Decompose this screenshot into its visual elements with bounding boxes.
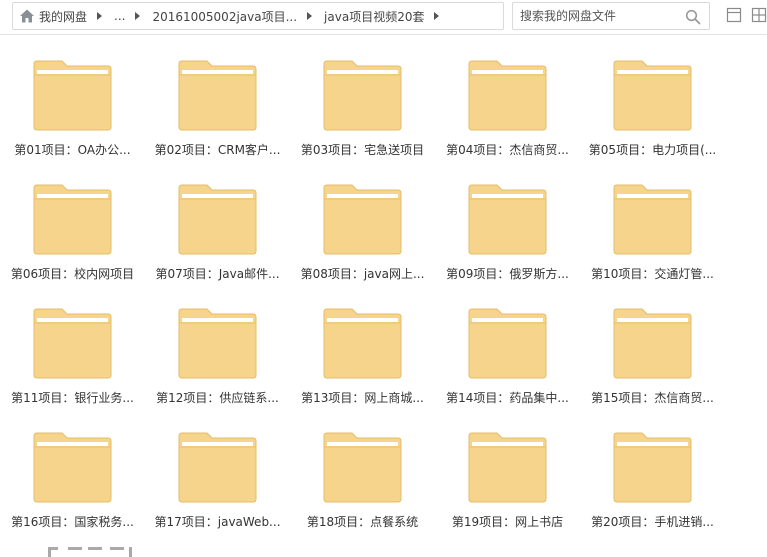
folder-label: 第08项目：java网上... bbox=[300, 267, 425, 281]
folder-label: 第19项目：网上书店 bbox=[451, 515, 564, 529]
folder-item[interactable]: 第06项目：校内网项目 bbox=[0, 158, 145, 281]
breadcrumb-home[interactable]: 我的网盘 bbox=[39, 8, 93, 25]
folder-item[interactable]: 第11项目：银行业务... bbox=[0, 282, 145, 405]
folder-item[interactable]: 第07项目：Java邮件... bbox=[145, 158, 290, 281]
folder-icon bbox=[468, 432, 547, 503]
folder-item[interactable]: 第05项目：电力项目(... bbox=[580, 34, 725, 157]
folder-item[interactable]: 第17项目：javaWeb... bbox=[145, 406, 290, 529]
breadcrumb-parent[interactable]: 20161005002java项目... bbox=[146, 8, 303, 25]
folder-label: 第09项目：俄罗斯方... bbox=[446, 267, 569, 281]
folder-icon bbox=[613, 184, 692, 255]
folder-icon bbox=[613, 432, 692, 503]
folder-icon bbox=[323, 184, 402, 255]
chevron-right-icon bbox=[97, 12, 103, 20]
folder-item[interactable]: 第16项目：国家税务... bbox=[0, 406, 145, 529]
folder-item[interactable]: 第12项目：供应链系... bbox=[145, 282, 290, 405]
partial-folder-icon bbox=[48, 547, 132, 557]
folder-icon bbox=[468, 308, 547, 379]
folder-label: 第20项目：手机进销... bbox=[591, 515, 714, 529]
folder-label: 第07项目：Java邮件... bbox=[155, 267, 280, 281]
folder-item[interactable]: 第01项目：OA办公... bbox=[0, 34, 145, 157]
folder-item[interactable]: 第14项目：药品集中... bbox=[435, 282, 580, 405]
folder-item[interactable]: 第09项目：俄罗斯方... bbox=[435, 158, 580, 281]
folder-item[interactable]: 第18项目：点餐系统 bbox=[290, 406, 435, 529]
breadcrumb-ellipsis[interactable]: ... bbox=[108, 9, 131, 23]
folder-label: 第11项目：银行业务... bbox=[11, 391, 134, 405]
folder-label: 第13项目：网上商城... bbox=[301, 391, 424, 405]
folder-label: 第02项目：CRM客户... bbox=[154, 143, 281, 157]
breadcrumb-current[interactable]: java项目视频20套 bbox=[318, 8, 430, 25]
folder-label: 第05项目：电力项目(... bbox=[588, 143, 717, 157]
folder-icon bbox=[613, 308, 692, 379]
breadcrumb: 我的网盘 ... 20161005002java项目... java项目视频20… bbox=[12, 2, 504, 30]
folder-icon bbox=[323, 432, 402, 503]
folder-icon bbox=[323, 308, 402, 379]
folder-icon bbox=[33, 184, 112, 255]
panel-layout-icon[interactable] bbox=[726, 7, 742, 23]
folder-icon bbox=[178, 60, 257, 131]
folder-label: 第10项目：交通灯管... bbox=[591, 267, 714, 281]
folder-icon bbox=[323, 60, 402, 131]
folder-icon bbox=[468, 60, 547, 131]
folder-icon bbox=[178, 184, 257, 255]
search-box bbox=[512, 2, 710, 30]
folder-icon bbox=[33, 308, 112, 379]
folder-item[interactable]: 第10项目：交通灯管... bbox=[580, 158, 725, 281]
folder-item[interactable]: 第19项目：网上书店 bbox=[435, 406, 580, 529]
folder-item[interactable]: 第02项目：CRM客户... bbox=[145, 34, 290, 157]
folder-icon bbox=[613, 60, 692, 131]
folder-icon bbox=[33, 432, 112, 503]
chevron-right-icon bbox=[307, 12, 313, 20]
folder-label: 第15项目：杰信商贸... bbox=[591, 391, 714, 405]
folder-item[interactable]: 第03项目：宅急送项目 bbox=[290, 34, 435, 157]
folder-icon bbox=[178, 308, 257, 379]
search-input[interactable] bbox=[520, 9, 680, 23]
chevron-right-icon[interactable] bbox=[434, 12, 440, 20]
folder-icon bbox=[468, 184, 547, 255]
folder-label: 第12项目：供应链系... bbox=[156, 391, 279, 405]
folder-icon bbox=[33, 60, 112, 131]
folder-item[interactable]: 第04项目：杰信商贸... bbox=[435, 34, 580, 157]
folder-label: 第18项目：点餐系统 bbox=[306, 515, 419, 529]
folder-label: 第06项目：校内网项目 bbox=[10, 267, 135, 281]
folder-label: 第14项目：药品集中... bbox=[446, 391, 569, 405]
folder-label: 第04项目：杰信商贸... bbox=[446, 143, 569, 157]
grid-view-icon[interactable] bbox=[751, 7, 767, 23]
folder-label: 第17项目：javaWeb... bbox=[154, 515, 281, 529]
folder-label: 第03项目：宅急送项目 bbox=[300, 143, 425, 157]
folder-item[interactable]: 第08项目：java网上... bbox=[290, 158, 435, 281]
search-icon[interactable] bbox=[685, 9, 701, 25]
folder-label: 第16项目：国家税务... bbox=[11, 515, 134, 529]
top-bar: 我的网盘 ... 20161005002java项目... java项目视频20… bbox=[0, 0, 767, 35]
chevron-right-icon bbox=[135, 12, 141, 20]
folder-item[interactable]: 第20项目：手机进销... bbox=[580, 406, 725, 529]
folder-label: 第01项目：OA办公... bbox=[14, 143, 131, 157]
folder-item[interactable]: 第15项目：杰信商贸... bbox=[580, 282, 725, 405]
folder-grid: 第01项目：OA办公... 第02项目：CRM客户... 第03项目：宅急送项目 第0… bbox=[0, 34, 767, 557]
home-icon[interactable] bbox=[19, 8, 35, 24]
folder-item[interactable]: 第13项目：网上商城... bbox=[290, 282, 435, 405]
folder-icon bbox=[178, 432, 257, 503]
